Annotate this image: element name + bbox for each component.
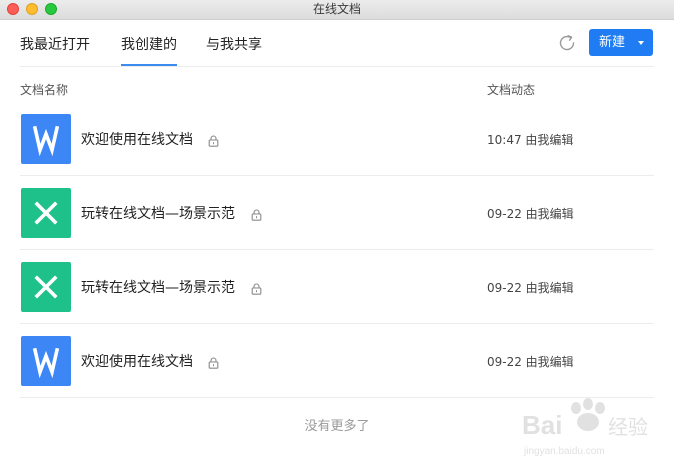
refresh-icon[interactable] <box>556 32 578 54</box>
document-row[interactable]: 欢迎使用在线文档 10:47 由我编辑 <box>20 102 654 176</box>
document-name[interactable]: 欢迎使用在线文档 <box>81 351 193 371</box>
lock-icon <box>251 280 262 295</box>
word-doc-icon <box>21 336 71 386</box>
lock-icon <box>208 354 219 369</box>
document-row[interactable]: 玩转在线文档—场景示范 09-22 由我编辑 <box>20 176 654 250</box>
row-divider <box>20 397 654 398</box>
document-activity: 09-22 由我编辑 <box>487 355 574 369</box>
column-header-activity: 文档动态 <box>487 83 536 97</box>
lock-icon <box>251 206 262 221</box>
word-doc-icon <box>21 114 71 164</box>
document-row[interactable]: 玩转在线文档—场景示范 09-22 由我编辑 <box>20 250 654 324</box>
tab-created-by-me[interactable]: 我创建的 <box>121 34 177 54</box>
spreadsheet-doc-icon <box>21 262 71 312</box>
tab-recent[interactable]: 我最近打开 <box>20 34 90 54</box>
document-activity: 10:47 由我编辑 <box>487 133 574 147</box>
title-bar: 在线文档 <box>0 0 674 20</box>
window-title: 在线文档 <box>312 2 361 16</box>
document-name[interactable]: 欢迎使用在线文档 <box>81 129 193 149</box>
tab-shared-with-me[interactable]: 与我共享 <box>206 34 262 54</box>
app-window: 在线文档 我最近打开 我创建的 与我共享 新建 文档名称 文档动态 欢迎使用在线… <box>0 0 674 471</box>
document-name[interactable]: 玩转在线文档—场景示范 <box>81 277 235 297</box>
document-name[interactable]: 玩转在线文档—场景示范 <box>81 203 235 223</box>
column-header-name: 文档名称 <box>20 83 69 97</box>
new-button[interactable]: 新建 <box>589 29 653 56</box>
tabs-divider <box>20 66 654 67</box>
no-more-message: 没有更多了 <box>304 419 370 434</box>
new-button-label: 新建 <box>599 35 626 50</box>
svg-text:jingyan.baidu.com: jingyan.baidu.com <box>523 446 605 457</box>
document-activity: 09-22 由我编辑 <box>487 281 574 295</box>
document-activity: 09-22 由我编辑 <box>487 207 574 221</box>
caret-down-icon <box>638 41 644 45</box>
document-row[interactable]: 欢迎使用在线文档 09-22 由我编辑 <box>20 324 654 398</box>
lock-icon <box>208 132 219 147</box>
spreadsheet-doc-icon <box>21 188 71 238</box>
